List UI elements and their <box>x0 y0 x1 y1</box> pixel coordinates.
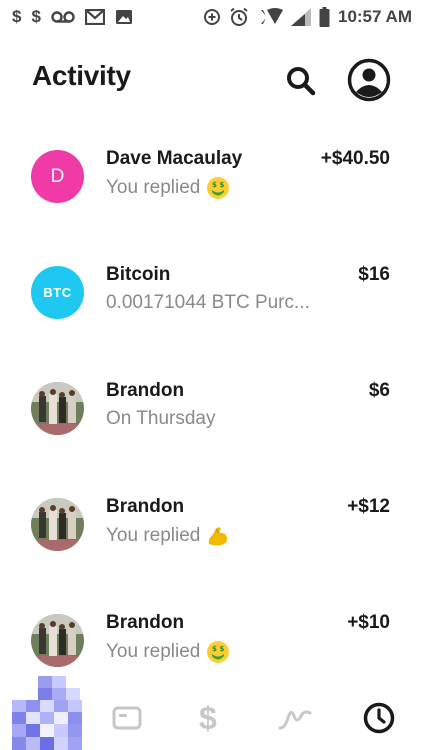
transaction-subtitle: You replied $ $ <box>106 640 230 664</box>
flexed-biceps-icon <box>209 527 228 546</box>
status-right-icons: 10:57 AM <box>203 7 412 27</box>
dollar-icon: $ <box>199 701 217 735</box>
status-bar: $ $ 10:57 AM <box>0 0 422 34</box>
money-mouth-face-icon: $ $ <box>207 641 230 663</box>
subtitle-text: On Thursday <box>106 408 216 429</box>
image-icon <box>115 9 133 25</box>
activity-clock-icon <box>363 702 395 734</box>
nav-activity-button[interactable] <box>359 700 399 736</box>
profile-button[interactable] <box>346 57 392 103</box>
avatar: D <box>31 150 84 203</box>
status-left-icons: $ $ <box>12 7 133 27</box>
subtitle-text: You replied <box>106 177 201 198</box>
transaction-amount: +$12 <box>347 496 390 517</box>
status-time: 10:57 AM <box>337 7 412 26</box>
activity-row-bitcoin[interactable]: BTC Bitcoin $16 0.00171044 BTC Purc... <box>0 234 422 350</box>
cash-notification-icon: $ <box>31 7 41 26</box>
wifi-icon <box>257 8 283 26</box>
card-icon <box>112 706 142 730</box>
transaction-subtitle: 0.00171044 BTC Purc... <box>106 292 310 314</box>
profile-icon <box>347 58 391 102</box>
alarm-icon <box>229 7 249 27</box>
battery-icon <box>319 7 330 27</box>
contact-name: Brandon <box>106 380 185 401</box>
contact-name: Brandon <box>106 612 185 633</box>
svg-text:$: $ <box>212 181 217 189</box>
transaction-amount: +$10 <box>347 612 390 633</box>
transaction-amount: $16 <box>358 264 390 285</box>
activity-row-dave-macaulay[interactable]: D Dave Macaulay +$40.50 You replied $ $ <box>0 118 422 234</box>
transaction-amount: $6 <box>368 380 390 401</box>
search-button[interactable] <box>284 64 318 98</box>
contact-name: Bitcoin <box>106 264 171 285</box>
data-saver-icon <box>203 8 221 26</box>
search-icon <box>287 67 316 96</box>
subtitle-text: 0.00171044 BTC Purc... <box>106 292 310 313</box>
svg-text:$: $ <box>212 645 217 653</box>
svg-text:$: $ <box>199 701 217 735</box>
avatar: BTC <box>31 266 84 319</box>
activity-row-brandon[interactable]: Brandon $6 On Thursday <box>0 350 422 466</box>
subtitle-text: You replied <box>106 641 201 662</box>
contact-name: Dave Macaulay <box>106 148 243 169</box>
money-mouth-face-icon: $ $ <box>207 177 230 199</box>
cash-notification-icon: $ <box>12 7 22 26</box>
header: Activity <box>0 52 422 108</box>
transaction-subtitle: On Thursday <box>106 408 215 430</box>
transaction-amount: +$40.50 <box>320 148 390 169</box>
gmail-icon <box>84 9 105 25</box>
transaction-subtitle: You replied <box>106 524 230 548</box>
nav-cash-button[interactable]: $ <box>190 700 230 736</box>
avatar-initial: BTC <box>43 285 72 300</box>
avatar-photo <box>31 382 84 435</box>
contact-name: Brandon <box>106 496 185 517</box>
subtitle-text: You replied <box>106 525 201 546</box>
nav-banking-button[interactable] <box>107 700 147 736</box>
investing-icon <box>278 710 312 730</box>
page-title: Activity <box>32 60 131 91</box>
signal-icon <box>290 8 311 26</box>
avatar-photo <box>31 614 84 667</box>
avatar-initial: D <box>50 165 65 187</box>
svg-text:$: $ <box>220 181 225 189</box>
redacted-overlay <box>12 676 92 750</box>
avatar-photo <box>31 498 84 551</box>
transaction-subtitle: You replied $ $ <box>106 176 230 200</box>
voicemail-icon <box>51 10 75 24</box>
activity-row-brandon[interactable]: Brandon +$12 You replied <box>0 466 422 582</box>
svg-text:$: $ <box>220 645 225 653</box>
nav-investing-button[interactable] <box>275 700 315 736</box>
